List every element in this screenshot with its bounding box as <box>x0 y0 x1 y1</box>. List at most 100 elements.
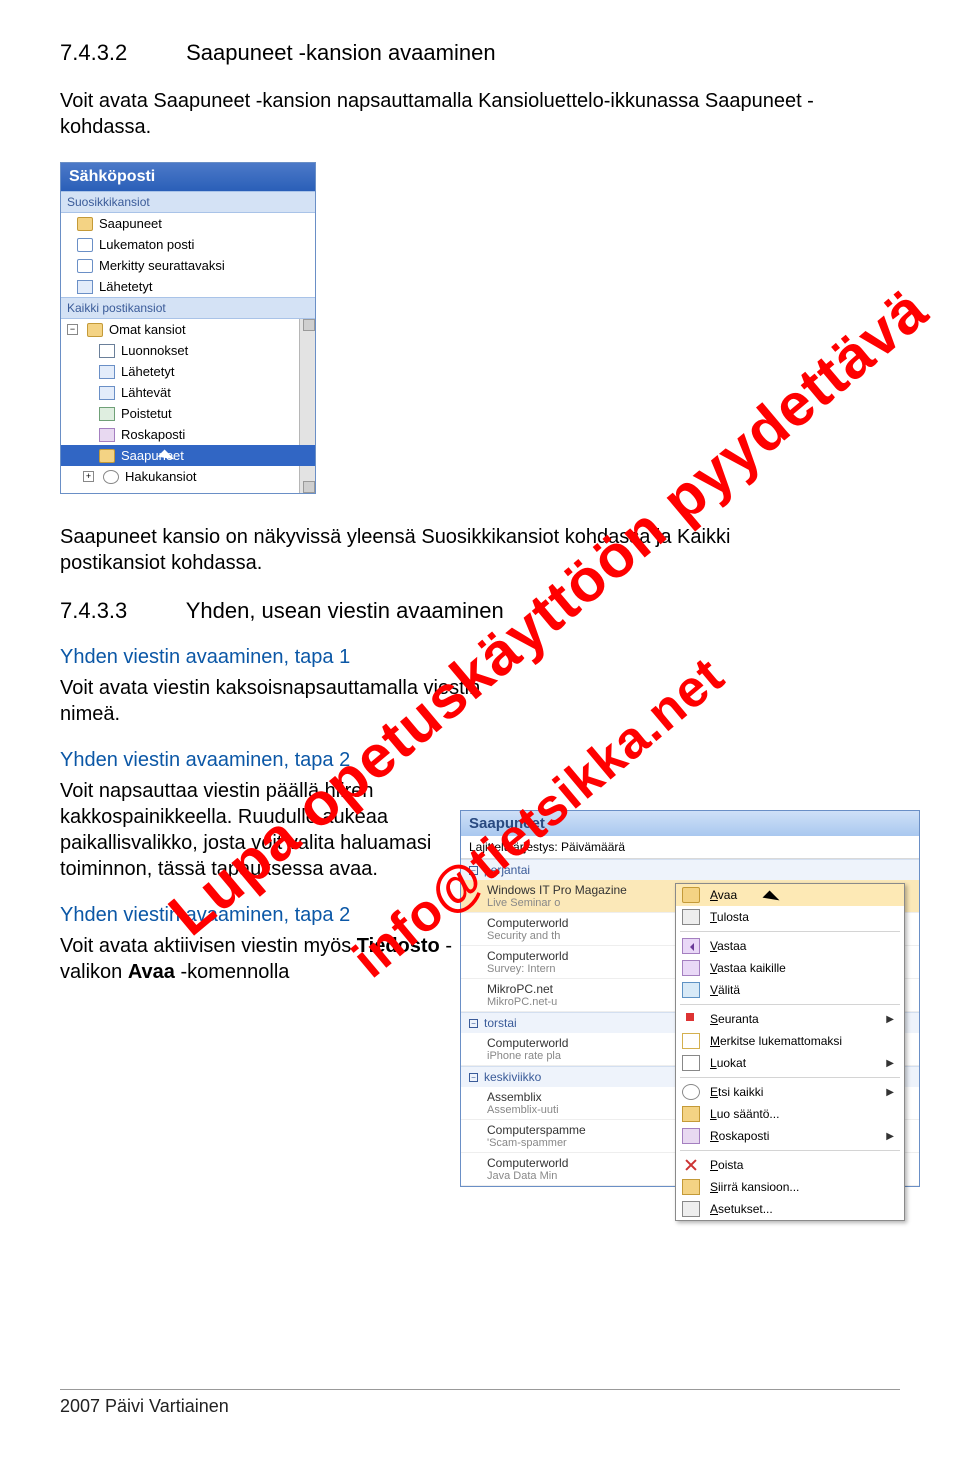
tree-item-selected[interactable]: Saapuneet <box>61 445 315 466</box>
date-group-label: perjantai <box>484 863 530 877</box>
search-folder-icon <box>77 259 93 273</box>
menu-separator <box>680 1004 900 1005</box>
inbox-title: Saapuneet <box>461 811 919 836</box>
menu-item[interactable]: Tulosta <box>676 906 904 928</box>
menu-item[interactable]: Etsi kaikki ▶ <box>676 1081 904 1103</box>
menu-item[interactable]: Välitä <box>676 979 904 1001</box>
drafts-icon <box>99 344 115 358</box>
tree-item[interactable]: +Hakukansiot <box>61 466 315 487</box>
menu-item[interactable]: Merkitse lukemattomaksi <box>676 1030 904 1052</box>
menu-item[interactable]: Avaa <box>676 884 904 906</box>
menu-item[interactable]: Luo sääntö... <box>676 1103 904 1125</box>
mi-print-icon <box>682 909 700 925</box>
menu-item[interactable]: Seuranta▶ <box>676 1008 904 1030</box>
search-folder-icon <box>77 238 93 252</box>
tree-item[interactable]: Roskaposti <box>61 424 315 445</box>
after-panel-paragraph: Saapuneet kansio on näkyvissä yleensä Su… <box>60 524 840 576</box>
tree-item[interactable]: Luonnokset <box>61 340 315 361</box>
menu-separator <box>680 1077 900 1078</box>
mi-open-icon <box>682 887 700 903</box>
search-folders-icon <box>103 470 119 484</box>
section-heading-743: 7.4.3.3 Yhden, usean viestin avaaminen <box>60 598 900 624</box>
outlook-inbox-screenshot: Saapuneet Lajittelujärjestys: Päivämäärä… <box>460 810 920 1187</box>
expand-icon[interactable]: + <box>83 471 94 482</box>
mi-opts-icon <box>682 1201 700 1217</box>
menu-item-label: Poista <box>710 1158 743 1172</box>
menu-separator <box>680 1150 900 1151</box>
menu-item[interactable]: Asetukset... <box>676 1198 904 1220</box>
date-group-label: torstai <box>484 1016 517 1030</box>
collapse-icon[interactable]: − <box>469 866 478 875</box>
menu-item[interactable]: Poista <box>676 1154 904 1176</box>
tree-item[interactable]: Lähtevät <box>61 382 315 403</box>
collapse-icon[interactable]: − <box>469 1073 478 1082</box>
fav-item[interactable]: Merkitty seurattavaksi <box>61 255 315 276</box>
outbox-icon <box>99 386 115 400</box>
submenu-arrow-icon: ▶ <box>886 1058 894 1069</box>
fav-item[interactable]: Saapuneet <box>61 213 315 234</box>
junk-icon <box>99 428 115 442</box>
context-menu: Avaa Tulosta Vastaa Vastaa kaikille Välitä Se… <box>675 883 905 1221</box>
menu-item[interactable]: Luokat ▶ <box>676 1052 904 1074</box>
sent-icon <box>99 365 115 379</box>
mi-unread-icon <box>682 1033 700 1049</box>
menu-item-label: Siirrä kansioon... <box>710 1180 799 1194</box>
page-footer: 2007 Päivi Vartiainen <box>60 1389 900 1417</box>
menu-item-label: Luokat <box>710 1056 746 1070</box>
section-number: 7.4.3.3 <box>60 598 180 624</box>
menu-item-label: Etsi kaikki <box>710 1085 763 1099</box>
menu-item-label: Luo sääntö... <box>710 1107 779 1121</box>
subheading: Yhden viestin avaaminen, tapa 1 <box>60 646 500 669</box>
mi-del-icon <box>682 1157 700 1173</box>
tree-item[interactable]: Lähetetyt <box>61 361 315 382</box>
mi-reply-icon <box>682 938 700 954</box>
menu-item[interactable]: Vastaa kaikille <box>676 957 904 979</box>
section-heading-742: 7.4.3.2 Saapuneet -kansion avaaminen <box>60 40 900 66</box>
menu-item-label: Vastaa kaikille <box>710 961 786 975</box>
menu-item[interactable]: Vastaa <box>676 935 904 957</box>
submenu-arrow-icon: ▶ <box>886 1131 894 1142</box>
fav-item[interactable]: Lähetetyt <box>61 276 315 297</box>
trash-icon <box>99 407 115 421</box>
mi-rule-icon <box>682 1106 700 1122</box>
menu-item-label: Välitä <box>710 983 740 997</box>
menu-item-label: Roskaposti <box>710 1129 769 1143</box>
mi-find-icon <box>682 1084 700 1100</box>
tree-root[interactable]: −Omat kansiot <box>61 319 315 340</box>
collapse-icon[interactable]: − <box>67 324 78 335</box>
sort-bar[interactable]: Lajittelujärjestys: Päivämäärä <box>461 836 919 859</box>
menu-item[interactable]: Roskaposti ▶ <box>676 1125 904 1147</box>
fav-item[interactable]: Lukematon posti <box>61 234 315 255</box>
folder-icon <box>77 217 93 231</box>
all-folders-header: Kaikki postikansiot <box>61 297 315 319</box>
menu-item-label: Vastaa <box>710 939 746 953</box>
inbox-icon <box>99 449 115 463</box>
favorite-folders-list: Saapuneet Lukematon posti Merkitty seura… <box>61 213 315 297</box>
menu-item-label: Merkitse lukemattomaksi <box>710 1034 842 1048</box>
folder-icon <box>87 323 103 337</box>
menu-item[interactable]: Siirrä kansioon... <box>676 1176 904 1198</box>
paragraph: Voit avata aktiivisen viestin myös Tiedo… <box>60 933 500 985</box>
subheading: Yhden viestin avaaminen, tapa 2 <box>60 904 500 927</box>
paragraph: Voit avata viestin kaksoisnapsauttamalla… <box>60 675 500 727</box>
mi-flag-icon <box>682 1011 700 1027</box>
submenu-arrow-icon: ▶ <box>886 1087 894 1098</box>
date-group-header[interactable]: −perjantai <box>461 859 919 880</box>
sent-icon <box>77 280 93 294</box>
sort-label: Lajittelujärjestys: Päivämäärä <box>469 840 625 854</box>
menu-separator <box>680 931 900 932</box>
folder-tree: −Omat kansiot Luonnokset Lähetetyt Lähte… <box>61 319 315 493</box>
menu-item-label: Asetukset... <box>710 1202 773 1216</box>
menu-item-label: Tulosta <box>710 910 749 924</box>
mi-fwd-icon <box>682 982 700 998</box>
tree-item[interactable]: Poistetut <box>61 403 315 424</box>
section-number: 7.4.3.2 <box>60 40 180 66</box>
paragraph: Voit napsauttaa viestin päällä hiiren ka… <box>60 778 500 882</box>
subheading: Yhden viestin avaaminen, tapa 2 <box>60 749 500 772</box>
intro-paragraph: Voit avata Saapuneet -kansion napsauttam… <box>60 88 900 140</box>
mi-junk-icon <box>682 1128 700 1144</box>
mi-cat-icon <box>682 1055 700 1071</box>
outlook-folder-panel: Sähköposti Suosikkikansiot Saapuneet Luk… <box>60 162 316 494</box>
collapse-icon[interactable]: − <box>469 1019 478 1028</box>
mi-move-icon <box>682 1179 700 1195</box>
